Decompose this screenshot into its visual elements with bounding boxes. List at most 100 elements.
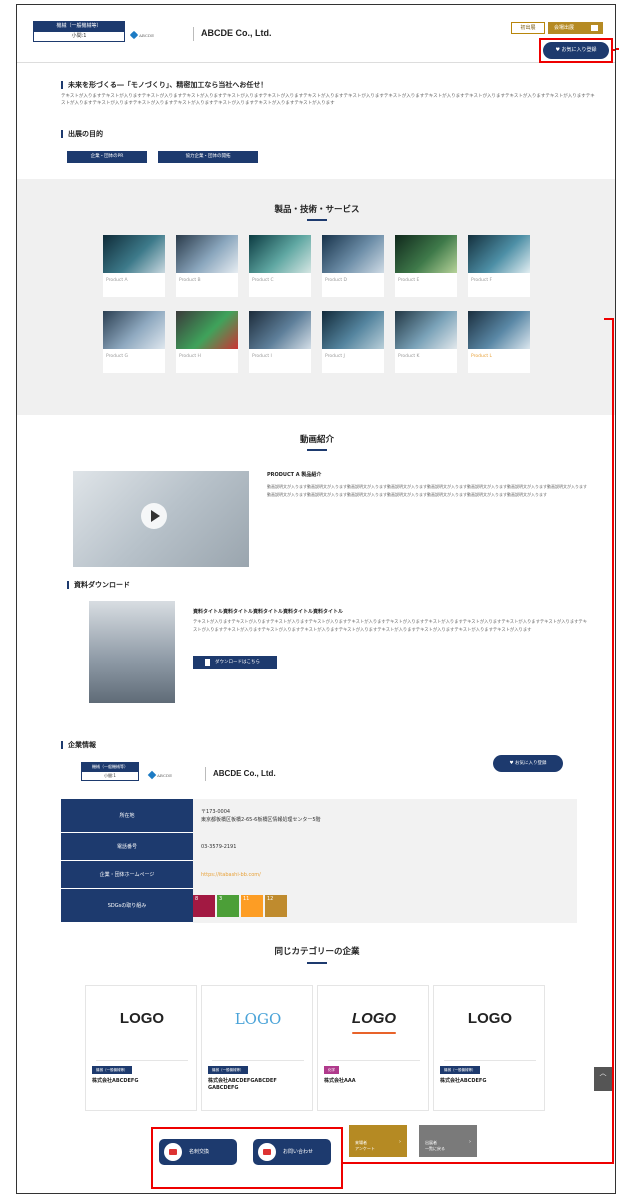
card-divider [444,1060,536,1061]
info-row-sdgs: SDGsの取り組み [61,889,577,923]
document-title: 資料タイトル資料タイトル資料タイトル資料タイトル資料タイトル [193,609,344,615]
related-title-bar [307,962,327,964]
card-divider [328,1060,420,1061]
sdg-goal-icon: 12 [265,895,287,917]
category-badge: 機械（一般機械等） [440,1066,480,1074]
product-image [249,311,311,349]
info-value-address: 〒173-0004 東京都板橋区板橋2-65-6板橋区情報処理センター5階 [201,809,321,823]
info-key-phone: 電話番号 [61,833,193,861]
product-card[interactable]: Product D [322,235,384,297]
company-logo-text: ABCDE [157,772,173,778]
product-label: Product A [106,278,128,283]
related-company-card[interactable]: LOGO 化学 株式会社AAA [317,985,429,1111]
product-image [176,235,238,273]
category-badge: 機械（一般機械等） [208,1066,248,1074]
product-image [468,235,530,273]
product-label: Product C [252,278,274,283]
product-card[interactable]: Product A [103,235,165,297]
card-divider [96,1060,188,1061]
purpose-title: 出展の目的 [61,130,103,138]
related-company-card[interactable]: LOGO 機械（一般機械等） 株式会社ABCDEFG [85,985,197,1111]
venue-exhibit-button[interactable]: 会場出展 [548,22,603,34]
purpose-tag-pr: 企業・団体のPR [67,151,147,163]
related-company-card[interactable]: LOGO 機械（一般機械等） 株式会社ABCDEFG [433,985,545,1111]
company-name: ABCDE Co., Ltd. [201,28,272,38]
company-favorite-button[interactable]: ♥ お気に入り登録 [493,755,563,772]
company-info-name: ABCDE Co., Ltd. [213,769,276,778]
chevron-up-icon: ︿ [599,1069,607,1077]
survey-button[interactable]: 来場者 アンケート › [349,1125,407,1157]
info-key-website: 企業・団体ホームページ [61,861,193,889]
product-card[interactable]: Product C [249,235,311,297]
actions-highlight-box [151,1127,343,1189]
website-link[interactable]: https://itabashi-bb.com/ [201,871,261,879]
download-section-title: 資料ダウンロード [67,581,130,589]
document-icon [591,25,598,31]
product-image [395,311,457,349]
download-label: ダウンロードはこちら [215,660,260,665]
company-logo-icon [147,770,157,780]
product-image [322,311,384,349]
info-row-address: 所在地 〒173-0004 東京都板橋区板橋2-65-6板橋区情報処理センター5… [61,799,577,833]
related-company-logo: LOGO [234,1010,282,1028]
info-row-phone: 電話番号 03-3579-2191 [61,833,577,861]
company-logo: ABCDE [129,30,189,40]
company-divider [205,767,206,781]
video-title-bar [307,449,327,451]
product-label: Product E [398,278,420,283]
product-label: Product K [398,354,420,359]
product-label: Product G [106,354,129,359]
products-section: 製品・技術・サービス [17,179,615,415]
product-image [468,311,530,349]
header-divider [193,27,194,41]
product-card[interactable]: Product E [395,235,457,297]
venue-exhibit-label: 会場出展 [554,25,575,31]
product-card[interactable]: Product L [468,311,530,373]
page-top-button[interactable]: ︿ [594,1067,612,1091]
related-section-title: 同じカテゴリーの企業 [274,947,360,957]
back-to-list-label: 出展者 一覧に戻る [425,1140,445,1151]
product-image [103,235,165,273]
exhibitor-header: 機械（一般機械等） 小間:1 ABCDE ABCDE Co., Ltd. 初出展… [17,5,615,63]
video-description: 動画説明文が入ります動画説明文が入ります動画説明文が入ります動画説明文が入ります… [267,484,587,497]
product-label: Product D [325,278,347,283]
info-value-phone: 03-3579-2191 [201,844,237,850]
product-image [249,235,311,273]
product-card[interactable]: Product F [468,235,530,297]
product-card[interactable]: Product I [249,311,311,373]
related-company-logo: LOGO [467,1010,513,1027]
product-image [103,311,165,349]
related-company-logo: LOGO [119,1010,165,1027]
product-card[interactable]: Product H [176,311,238,373]
product-label: Product F [471,278,493,283]
related-company-name: 株式会社ABCDEFG [440,1078,487,1084]
booth-number: 小間:1 [33,31,125,42]
annotation-line [616,48,619,50]
related-company-name: 株式会社ABCDEFG [92,1078,139,1084]
product-image [395,235,457,273]
product-card[interactable]: Product B [176,235,238,297]
product-card[interactable]: Product K [395,311,457,373]
related-company-card[interactable]: LOGO 機械（一般機械等） 株式会社ABCDEFGABCDEF GABCDEFG [201,985,313,1111]
play-icon[interactable] [141,503,167,529]
product-image [322,235,384,273]
info-key-address: 所在地 [61,799,193,833]
product-card[interactable]: Product J [322,311,384,373]
chevron-right-icon: › [469,1139,471,1145]
annotation-line [604,318,614,320]
product-card[interactable]: Product G [103,311,165,373]
logo-swoosh [352,1032,396,1034]
video-title: PRODUCT A 製品紹介 [267,472,322,478]
back-to-list-button[interactable]: 出展者 一覧に戻る › [419,1125,477,1157]
company-booth-number: 小間:1 [81,771,139,781]
related-company-name: 株式会社ABCDEFGABCDEF GABCDEFG [208,1078,277,1091]
annotation-line [343,1162,613,1164]
product-label: Product L [471,354,493,359]
related-company-logo: LOGO [351,1010,397,1027]
company-category-label: 機械（一般機械等） [81,762,139,771]
first-exhibit-button[interactable]: 初出展 [511,22,545,34]
download-button[interactable]: ダウンロードはこちら [193,656,277,669]
chevron-right-icon: › [399,1139,401,1145]
video-section-title: 動画紹介 [299,435,334,445]
document-thumbnail [89,601,175,703]
